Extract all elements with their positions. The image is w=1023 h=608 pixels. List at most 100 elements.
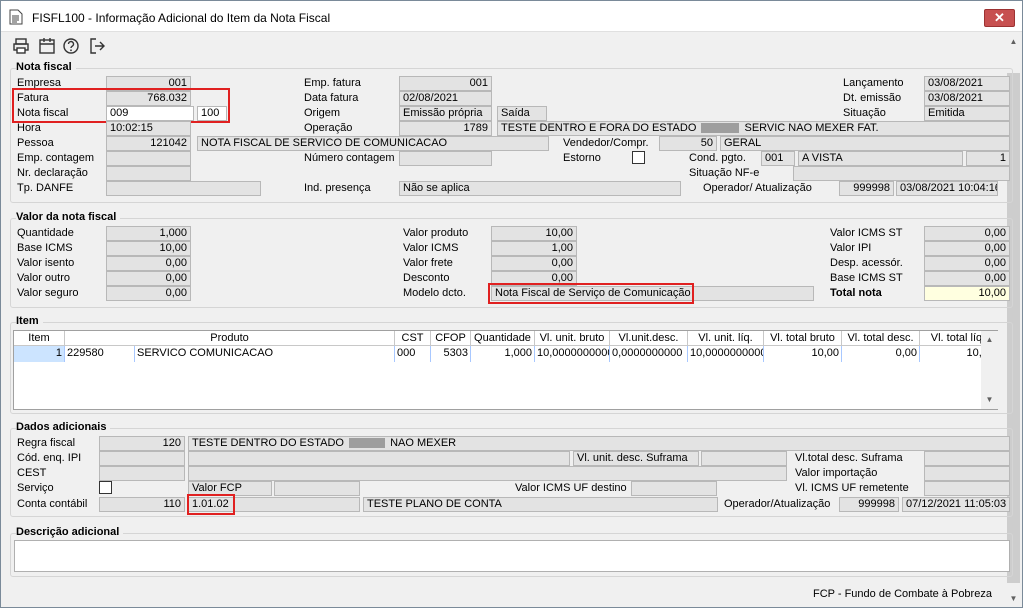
pessoa-name-field[interactable]: NOTA FISCAL DE SERVICO DE COMUNICACAO bbox=[197, 136, 549, 151]
cell-cfop[interactable]: 5303 bbox=[431, 346, 471, 362]
help-icon[interactable] bbox=[62, 37, 80, 55]
cell-total-bruto[interactable]: 10,00 bbox=[764, 346, 842, 362]
scroll-up-icon[interactable]: ▲ bbox=[1005, 33, 1022, 50]
valor-fcp-field[interactable] bbox=[274, 481, 360, 496]
ind-presenca-field[interactable]: Não se aplica bbox=[399, 181, 681, 196]
valor-produto-field[interactable]: 10,00 bbox=[491, 226, 577, 241]
quantidade-field[interactable]: 1,000 bbox=[106, 226, 191, 241]
cell-total-desc[interactable]: 0,00 bbox=[842, 346, 920, 362]
printer-icon[interactable] bbox=[12, 37, 30, 55]
valor-isento-field[interactable]: 0,00 bbox=[106, 256, 191, 271]
dt-emissao-field[interactable]: 03/08/2021 bbox=[924, 91, 1010, 106]
dados-atualizacao-field[interactable]: 07/12/2021 11:05:03 bbox=[902, 497, 1010, 512]
conta-contabil-desc-field[interactable]: TESTE PLANO DE CONTA bbox=[363, 497, 718, 512]
data-fatura-field[interactable]: 02/08/2021 bbox=[399, 91, 492, 106]
column-header-item[interactable]: Item bbox=[14, 331, 65, 346]
items-table[interactable]: Item Produto CST CFOP Quantidade Vl. uni… bbox=[13, 330, 998, 410]
cell-item[interactable]: 1 bbox=[14, 346, 65, 362]
calendar-icon[interactable] bbox=[38, 37, 56, 55]
vl-unit-suframa-field[interactable] bbox=[701, 451, 787, 466]
close-button[interactable]: ✕ bbox=[984, 9, 1015, 27]
servico-checkbox[interactable] bbox=[99, 481, 112, 494]
column-header-unit-liq[interactable]: Vl. unit. líq. bbox=[688, 331, 764, 346]
nr-declaracao-field[interactable] bbox=[106, 166, 191, 181]
valor-isento-label: Valor isento bbox=[17, 257, 75, 269]
origem-field[interactable]: Emissão própria bbox=[399, 106, 492, 121]
total-nota-label: Total nota bbox=[830, 287, 882, 299]
column-header-unit-desc[interactable]: Vl.unit.desc. bbox=[610, 331, 688, 346]
cell-produto[interactable]: SERVICO COMUNICACAO bbox=[135, 346, 395, 362]
operacao-desc-field[interactable]: TESTE DENTRO E FORA DO ESTADO SERVIC NAO… bbox=[497, 121, 1010, 136]
cell-quantidade[interactable]: 1,000 bbox=[471, 346, 535, 362]
atualizacao-field[interactable]: 03/08/2021 10:04:16 bbox=[896, 181, 998, 196]
base-icms-st-field[interactable]: 0,00 bbox=[924, 271, 1010, 286]
pessoa-code-field[interactable]: 121042 bbox=[106, 136, 191, 151]
dados-operador-field[interactable]: 999998 bbox=[839, 497, 899, 512]
scroll-down-icon[interactable]: ▼ bbox=[1005, 590, 1022, 607]
status-bar-text: FCP - Fundo de Combate à Pobreza bbox=[813, 588, 992, 600]
toolbar bbox=[1, 33, 1022, 59]
operador-field[interactable]: 999998 bbox=[839, 181, 894, 196]
cell-unit-bruto[interactable]: 10,0000000000 bbox=[535, 346, 610, 362]
operacao-code-field[interactable]: 1789 bbox=[399, 121, 492, 136]
situacao-nfe-label: Situação NF-e bbox=[689, 167, 760, 179]
emp-contagem-field[interactable] bbox=[106, 151, 191, 166]
vl-icms-remetente-field[interactable] bbox=[924, 481, 1010, 496]
valor-icms-uf-field[interactable] bbox=[631, 481, 717, 496]
valor-legend: Valor da nota fiscal bbox=[16, 211, 121, 223]
origem-tipo-field[interactable]: Saída bbox=[497, 106, 547, 121]
regra-fiscal-code-field[interactable]: 120 bbox=[99, 436, 185, 451]
valor-importacao-field[interactable] bbox=[924, 466, 1010, 481]
table-scroll-down-icon[interactable]: ▼ bbox=[981, 391, 998, 408]
table-scrollbar[interactable]: ▲ ▼ bbox=[981, 331, 998, 409]
valor-ipi-field[interactable]: 0,00 bbox=[924, 241, 1010, 256]
cell-cst[interactable]: 000 bbox=[395, 346, 431, 362]
vendedor-code-field[interactable]: 50 bbox=[659, 136, 717, 151]
emp-contagem-label: Emp. contagem bbox=[17, 152, 95, 164]
emp-fatura-field[interactable]: 001 bbox=[399, 76, 492, 91]
column-header-quantidade[interactable]: Quantidade bbox=[471, 331, 535, 346]
cond-pgto-code-field[interactable]: 001 bbox=[761, 151, 795, 166]
valor-seguro-field[interactable]: 0,00 bbox=[106, 286, 191, 301]
conta-contabil-code-field[interactable]: 110 bbox=[99, 497, 185, 512]
numero-contagem-field[interactable] bbox=[399, 151, 492, 166]
regra-fiscal-desc-field[interactable]: TESTE DENTRO DO ESTADO NAO MEXER bbox=[188, 436, 1010, 451]
cod-enq-ipi-desc-field[interactable] bbox=[188, 451, 570, 466]
title-bar: FISFL100 - Informação Adicional do Item … bbox=[1, 1, 1022, 32]
cest-desc-field[interactable] bbox=[188, 466, 787, 481]
column-header-total-bruto[interactable]: Vl. total bruto bbox=[764, 331, 842, 346]
cond-pgto-desc-field[interactable]: A VISTA bbox=[798, 151, 963, 166]
column-header-produto[interactable]: Produto bbox=[65, 331, 395, 346]
vendedor-name-field[interactable]: GERAL bbox=[720, 136, 1010, 151]
vl-total-suframa-field[interactable] bbox=[924, 451, 1010, 466]
situacao-field[interactable]: Emitida bbox=[924, 106, 1010, 121]
valor-frete-field[interactable]: 0,00 bbox=[491, 256, 577, 271]
cell-unit-liq[interactable]: 10,0000000000 bbox=[688, 346, 764, 362]
cond-pgto-parcelas-field[interactable]: 1 bbox=[966, 151, 1010, 166]
column-header-cst[interactable]: CST bbox=[395, 331, 431, 346]
hora-field[interactable]: 10:02:15 bbox=[106, 121, 191, 136]
base-icms-st-label: Base ICMS ST bbox=[830, 272, 903, 284]
cest-label: CEST bbox=[17, 467, 47, 479]
desp-acessor-field[interactable]: 0,00 bbox=[924, 256, 1010, 271]
valor-icms-uf-label: Valor ICMS UF destino bbox=[515, 482, 627, 494]
valor-icms-field[interactable]: 1,00 bbox=[491, 241, 577, 256]
cest-field[interactable] bbox=[99, 466, 185, 481]
base-icms-field[interactable]: 10,00 bbox=[106, 241, 191, 256]
valor-icms-st-field[interactable]: 0,00 bbox=[924, 226, 1010, 241]
table-scroll-up-icon[interactable]: ▲ bbox=[981, 331, 998, 348]
column-header-total-desc[interactable]: Vl. total desc. bbox=[842, 331, 920, 346]
cod-enq-ipi-field[interactable] bbox=[99, 451, 185, 466]
column-header-unit-bruto[interactable]: Vl. unit. bruto bbox=[535, 331, 610, 346]
valor-outro-field[interactable]: 0,00 bbox=[106, 271, 191, 286]
lancamento-field[interactable]: 03/08/2021 bbox=[924, 76, 1010, 91]
column-header-cfop[interactable]: CFOP bbox=[431, 331, 471, 346]
descricao-textarea[interactable] bbox=[14, 540, 1010, 572]
estorno-checkbox[interactable] bbox=[632, 151, 645, 164]
cell-unit-desc[interactable]: 0,0000000000 bbox=[610, 346, 688, 362]
tp-danfe-field[interactable] bbox=[106, 181, 261, 196]
situacao-nfe-field[interactable] bbox=[793, 166, 1010, 181]
total-nota-field[interactable]: 10,00 bbox=[924, 286, 1010, 301]
cell-codigo[interactable]: 229580 bbox=[65, 346, 135, 362]
exit-icon[interactable] bbox=[88, 37, 106, 55]
